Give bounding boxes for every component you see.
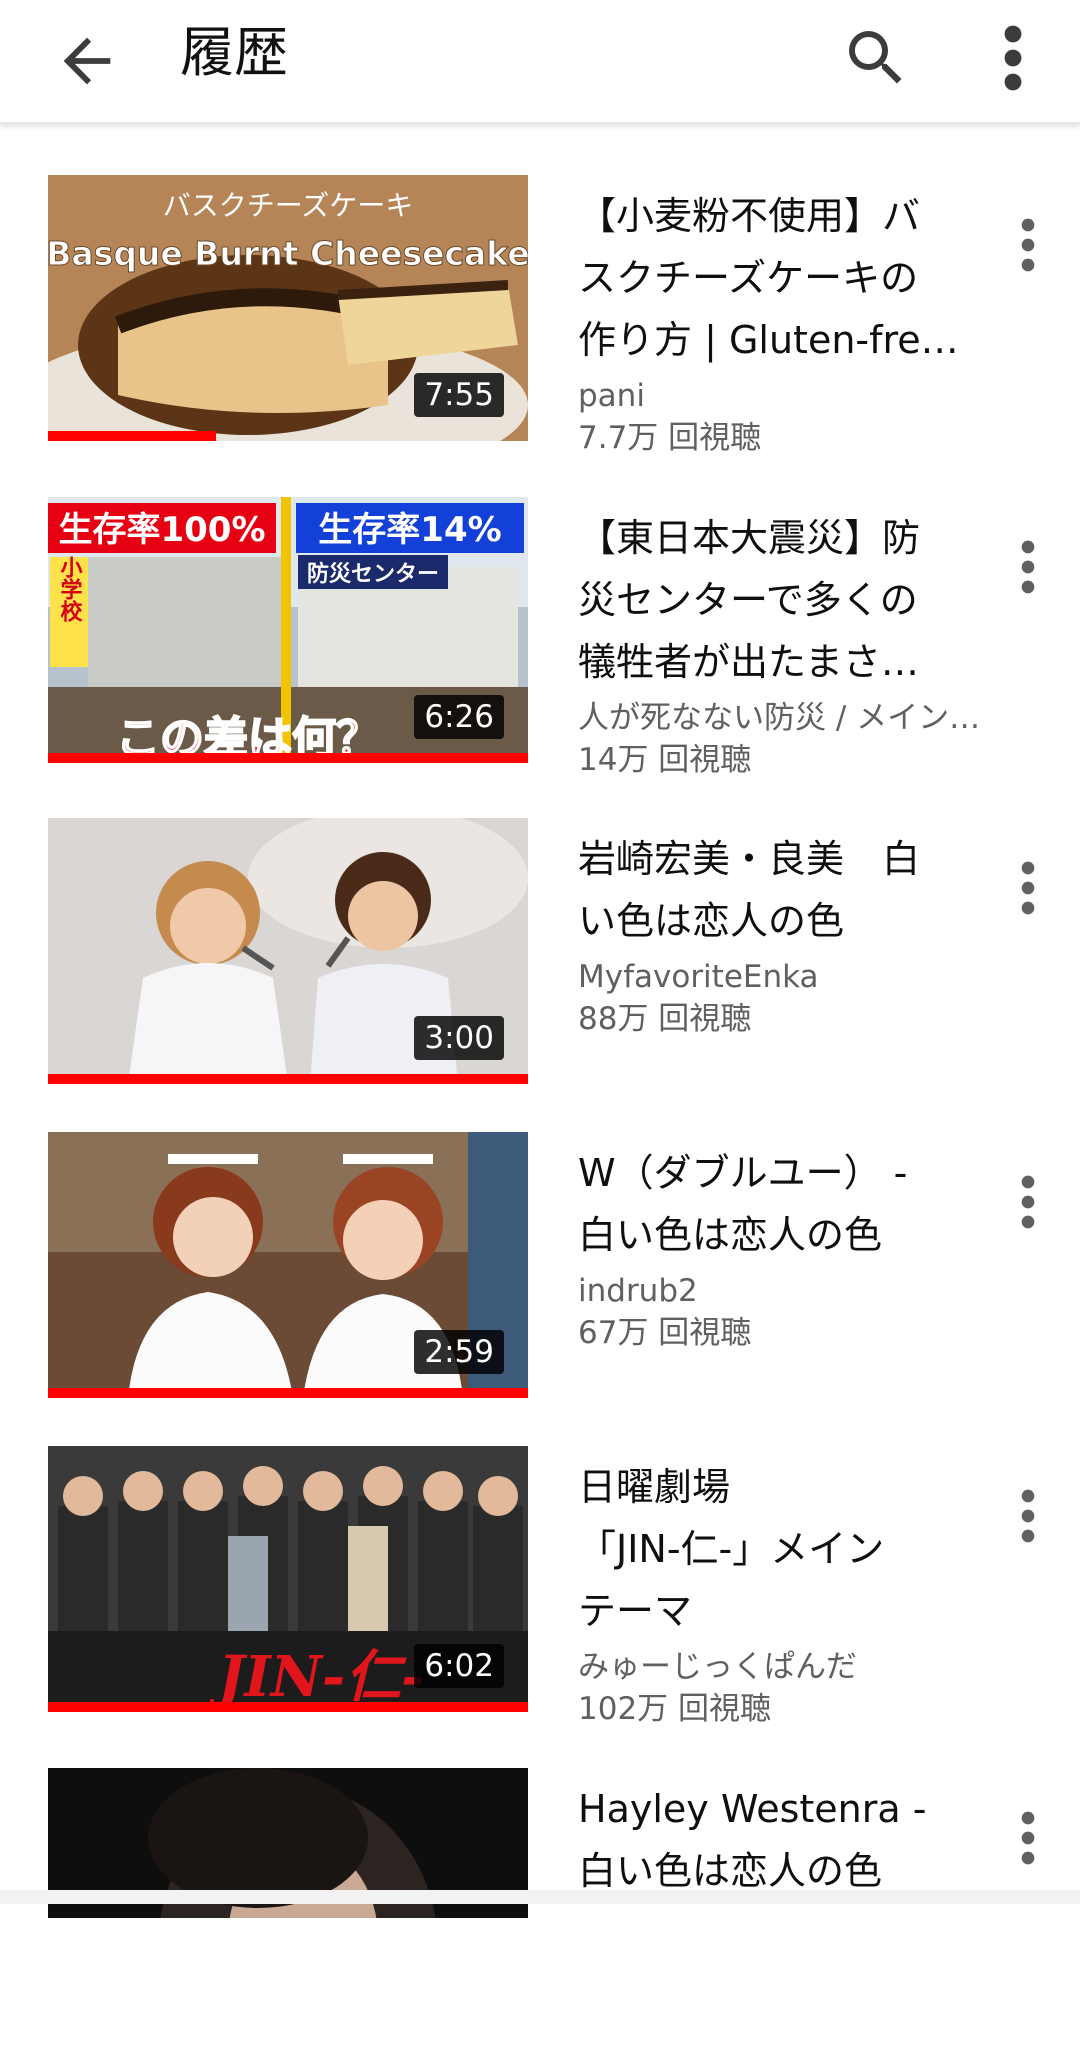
video-title: 岩崎宏美・良美 白 い色は恋人の色 <box>578 837 921 943</box>
watch-progress-bar <box>48 1388 528 1398</box>
view-count: 102万 回視聴 <box>578 1691 772 1727</box>
view-count: 7.7万 回視聴 <box>578 420 762 456</box>
video-item[interactable]: 生存率100% 生存率14% 小学校 防災センター この差は何？ 6:26 【東… <box>0 497 1080 797</box>
channel-name: みゅーじっくぱんだ <box>578 1649 857 1685</box>
video-item[interactable]: 2:59 W（ダブルユー） - 白い色は恋人の色 indrub2 67万 回視聴 <box>0 1132 1080 1432</box>
video-meta: 岩崎宏美・良美 白 い色は恋人の色 MyfavoriteEnka 88万 回視聴 <box>578 828 1028 1040</box>
watch-progress-bar <box>48 1702 528 1712</box>
video-meta: 【小麦粉不使用】バ スクチーズケーキの 作り方 | Gluten-fre… pa… <box>578 185 1028 459</box>
video-title: 【東日本大震災】防 災センターで多くの 犠牲者が出たまさ… <box>578 516 921 684</box>
video-thumbnail[interactable]: 生存率100% 生存率14% 小学校 防災センター この差は何？ 6:26 <box>48 497 528 763</box>
more-vert-icon[interactable] <box>990 22 1036 94</box>
video-meta: W（ダブルユー） - 白い色は恋人の色 indrub2 67万 回視聴 <box>578 1142 1028 1354</box>
video-item[interactable]: Hayley Westenra - 白い色は恋人の色 <box>0 1768 1080 2068</box>
video-duration: 6:02 <box>414 1644 504 1688</box>
view-count: 14万 回視聴 <box>578 742 752 778</box>
video-title: 【小麦粉不使用】バ スクチーズケーキの 作り方 | Gluten-fre… <box>578 194 959 362</box>
bottom-edge <box>0 1890 1080 1904</box>
video-meta: 【東日本大震災】防 災センターで多くの 犠牲者が出たまさ… 人が死なない防災 /… <box>578 507 1028 781</box>
more-vert-icon[interactable] <box>1010 1486 1046 1546</box>
channel-name: MyfavoriteEnka <box>578 959 819 995</box>
more-vert-icon[interactable] <box>1010 1172 1046 1232</box>
search-icon[interactable] <box>840 22 912 94</box>
video-duration: 7:55 <box>414 373 504 417</box>
more-vert-icon[interactable] <box>1010 537 1046 597</box>
watch-progress-bar <box>48 1074 528 1084</box>
back-arrow-icon[interactable] <box>52 26 122 96</box>
more-vert-icon[interactable] <box>1010 1808 1046 1868</box>
view-count: 67万 回視聴 <box>578 1315 752 1351</box>
video-item[interactable]: バスクチーズケーキ Basque Burnt Cheesecake 7:55 【… <box>0 175 1080 475</box>
thumbnail-sublabel-right: 防災センター <box>307 562 439 587</box>
video-duration: 6:26 <box>414 695 504 739</box>
video-thumbnail[interactable]: 3:00 <box>48 818 528 1084</box>
video-item[interactable]: 3:00 岩崎宏美・良美 白 い色は恋人の色 MyfavoriteEnka 88… <box>0 818 1080 1118</box>
video-meta: Hayley Westenra - 白い色は恋人の色 <box>578 1778 1028 1902</box>
channel-name: pani <box>578 378 645 414</box>
view-count: 88万 回視聴 <box>578 1001 752 1037</box>
video-item[interactable]: JIN-仁- 6:02 日曜劇場 「JIN-仁-」メイン テーマ みゅーじっくぱ… <box>0 1446 1080 1746</box>
video-title: 日曜劇場 「JIN-仁-」メイン テーマ <box>578 1465 885 1633</box>
thumbnail-logo: JIN-仁- <box>209 1644 424 1710</box>
video-title: Hayley Westenra - 白い色は恋人の色 <box>578 1787 927 1893</box>
video-thumbnail[interactable]: 2:59 <box>48 1132 528 1398</box>
video-meta: 日曜劇場 「JIN-仁-」メイン テーマ みゅーじっくぱんだ 102万 回視聴 <box>578 1456 1028 1730</box>
watch-progress-bar <box>48 431 216 441</box>
more-vert-icon[interactable] <box>1010 858 1046 918</box>
thumbnail-sublabel-left: 小学校 <box>57 556 83 623</box>
video-title: W（ダブルユー） - 白い色は恋人の色 <box>578 1151 908 1257</box>
more-vert-icon[interactable] <box>1010 215 1046 275</box>
page-title: 履歴 <box>180 21 288 84</box>
thumbnail-label-right: 生存率14% <box>318 510 501 550</box>
video-thumbnail[interactable]: JIN-仁- 6:02 <box>48 1446 528 1712</box>
thumbnail-caption-top: バスクチーズケーキ <box>163 189 414 222</box>
watch-progress-bar <box>48 753 528 763</box>
video-duration: 3:00 <box>414 1016 504 1060</box>
app-bar: 履歴 <box>0 0 1080 124</box>
thumbnail-label-left: 生存率100% <box>58 510 265 550</box>
thumbnail-caption-main: Basque Burnt Cheesecake <box>48 234 528 273</box>
video-duration: 2:59 <box>414 1330 504 1374</box>
channel-name: 人が死なない防災 / メイン… <box>578 700 981 736</box>
video-thumbnail[interactable]: バスクチーズケーキ Basque Burnt Cheesecake 7:55 <box>48 175 528 441</box>
channel-name: indrub2 <box>578 1273 698 1309</box>
